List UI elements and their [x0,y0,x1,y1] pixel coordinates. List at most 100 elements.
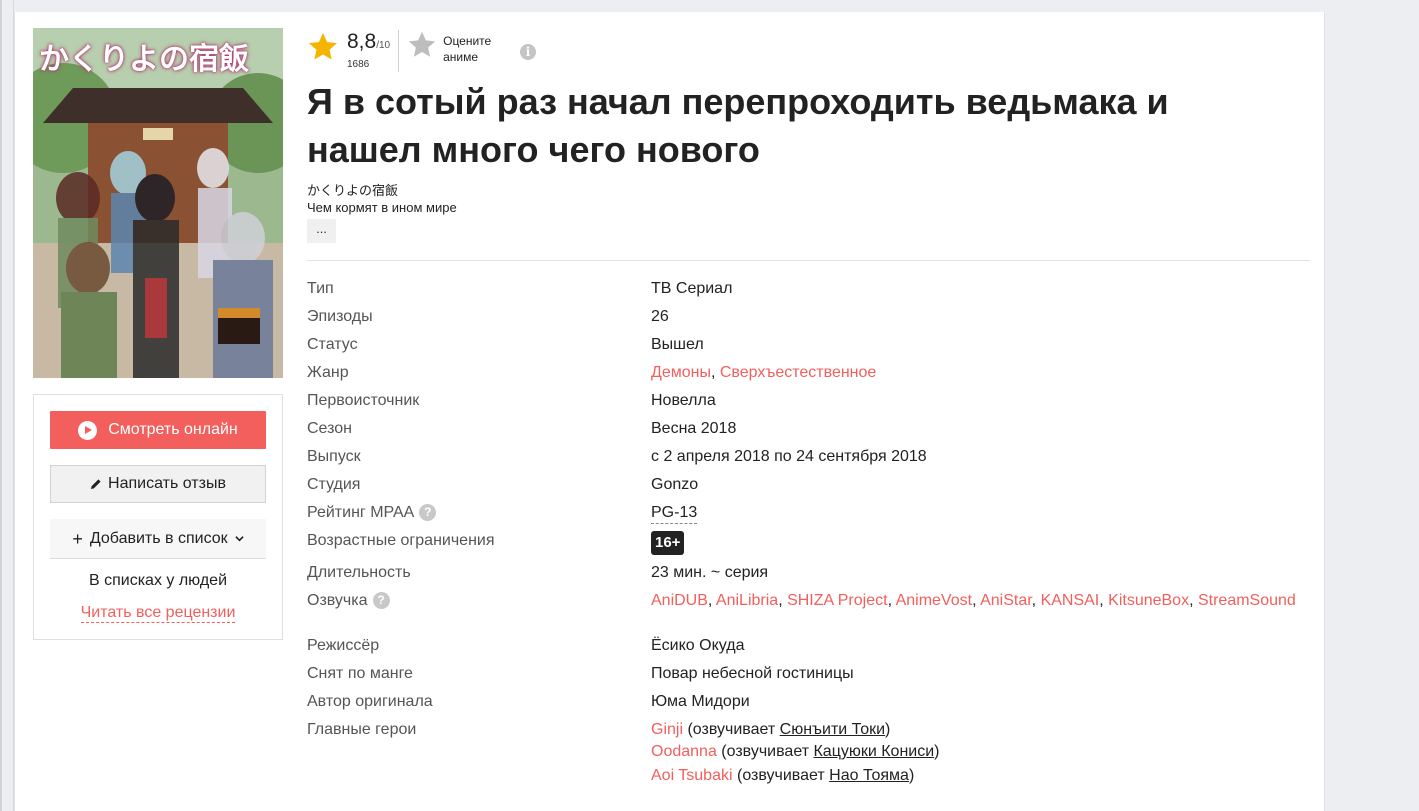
info-row-mpaa: Рейтинг MPAA? PG-13 [307,500,1310,528]
character-row: Oodanna (озвучивает Кацуюки Кониси) [307,741,1310,765]
info-value: 16+ [651,531,685,555]
season-link[interactable]: Весна 2018 [651,420,736,438]
genre-link[interactable]: Сверхъестественное [720,364,876,381]
info-row-duration: Длительность 23 мин. ~ серия [307,560,1310,588]
voiceover-list: AniDUB, AniLibria, SHIZA Project, AnimeV… [651,592,1296,609]
age-badge: 16+ [651,531,685,555]
actor-link[interactable]: Сюнъити Токи [780,721,885,738]
rate-anime-button[interactable]: Оцените аниме [443,33,491,65]
info-label: Жанр [307,364,349,381]
play-icon [78,420,98,440]
info-label: Первоисточник [307,392,420,409]
add-to-list-label: Добавить в список [89,529,228,547]
info-row-manga: Снят по манге Повар небесной гостиницы [307,661,1310,689]
character-link[interactable]: Aoi Tsubaki [651,767,733,784]
voiceover-label: Озвучка [307,592,368,609]
info-value: 23 мин. ~ серия [651,564,769,581]
voiceover-link[interactable]: AniDUB [651,592,708,609]
voiceover-link[interactable]: AniStar [980,592,1032,609]
paren-close: ) [934,743,940,760]
watch-online-button[interactable]: Смотреть онлайн [50,411,266,449]
info-row-episodes: Эпизоды 26 [307,304,1310,332]
info-row-genre: Жанр Демоны, Сверхъестественное [307,360,1310,388]
divider [307,260,1310,261]
character-line: Oodanna (озвучивает Кацуюки Кониси) [651,743,940,761]
star-icon [309,33,337,60]
manga-link[interactable]: Повар небесной гостиницы [651,665,854,683]
info-row-author: Автор оригинала Юма Мидори [307,689,1310,717]
genre-link[interactable]: Демоны [651,364,711,381]
window-left-edge [0,0,14,811]
voiced-by-text: (озвучивает [721,743,814,760]
info-label: Главные герои [307,721,417,738]
info-row-voiceover: Озвучка? AniDUB, AniLibria, SHIZA Projec… [307,588,1310,616]
votes-count: 1686 [347,59,370,70]
info-table: Тип ТВ Сериал Эпизоды 26 Статус Вышел Жа… [307,276,1310,789]
mpaa-label: Рейтинг MPAA [307,504,415,521]
voiced-by-text: (озвучивает [736,767,830,784]
genre-list: Демоны, Сверхъестественное [651,364,877,381]
info-label: Эпизоды [307,308,373,325]
info-label: Режиссёр [307,637,380,654]
voiceover-link[interactable]: StreamSound [1198,592,1296,609]
character-link[interactable]: Ginji [651,721,683,738]
voiceover-link[interactable]: AnimeVost [896,592,972,609]
info-label: Длительность [307,564,411,581]
mpaa-value[interactable]: PG-13 [651,504,698,524]
add-to-list-button[interactable]: + Добавить в список [50,519,266,559]
voiceover-link[interactable]: AniLibria [716,592,778,609]
watch-online-label: Смотреть онлайн [108,421,238,438]
more-titles-button[interactable]: ... [307,219,336,243]
info-label: Выпуск [307,448,361,465]
info-row-studio: Студия Gonzo [307,472,1310,500]
help-icon[interactable]: ? [372,592,390,609]
score-scale: /10 [376,40,391,51]
write-review-button[interactable]: Написать отзыв [50,465,266,503]
info-label: Снят по манге [307,665,413,682]
info-label: Возрастные ограничения [307,532,495,549]
info-icon[interactable]: i [520,44,536,60]
info-row-characters: Главные герои Ginji (озвучивает Сюнъити … [307,717,1310,741]
character-row: Aoi Tsubaki (озвучивает Нао Тояма) [307,765,1310,789]
info-row-release: Выпуск с 2 апреля 2018 по 24 сентября 20… [307,444,1310,472]
voiceover-link[interactable]: SHIZA Project [787,592,887,609]
actor-link[interactable]: Кацуюки Кониси [813,743,934,760]
character-link[interactable]: Oodanna [651,743,717,760]
director-link[interactable]: Ёсико Окуда [651,637,744,655]
score: 8,8/10 [347,30,390,58]
voiced-by-text: (озвучивает [687,721,780,738]
info-value: PG-13 [651,504,698,524]
voiceover-link[interactable]: KANSAI [1041,592,1100,609]
info-row-age: Возрастные ограничения 16+ [307,528,1310,560]
rate-star-icon[interactable] [407,30,437,60]
studio-link[interactable]: Gonzo [651,476,698,494]
paren-close: ) [885,721,891,738]
status-link[interactable]: Вышел [651,336,704,354]
character-line: Aoi Tsubaki (озвучивает Нао Тояма) [651,767,914,785]
info-label: Сезон [307,420,352,437]
rate-label-line2: аниме [443,50,479,64]
anime-poster [33,28,283,378]
read-all-reviews-label: Читать все рецензии [80,604,236,623]
in-lists-link[interactable]: В списках у людей [34,572,282,590]
anime-card: かくりよの宿飯 Смотреть онлайн Написать отзыв +… [14,12,1325,811]
info-label: Статус [307,336,358,353]
alternative-title: Чем кормят в ином мире [307,200,457,215]
chevron-down-icon [234,536,244,542]
help-icon[interactable]: ? [419,504,437,521]
info-value: 26 [651,308,669,325]
info-value: с 2 апреля 2018 по 24 сентября 2018 [651,448,927,465]
voiceover-link[interactable]: KitsuneBox [1108,592,1189,609]
info-label: Рейтинг MPAA? [307,504,437,522]
write-review-label: Написать отзыв [108,475,226,492]
author-link[interactable]: Юма Мидори [651,693,750,711]
info-row-season: Сезон Весна 2018 [307,416,1310,444]
read-all-reviews-link[interactable]: Читать все рецензии [34,604,282,623]
info-value: Новелла [651,392,716,409]
info-row-director: Режиссёр Ёсико Окуда [307,633,1310,661]
info-label: Автор оригинала [307,693,433,710]
score-value: 8,8 [347,30,377,53]
info-row-type: Тип ТВ Сериал [307,276,1310,304]
actor-link[interactable]: Нао Тояма [829,767,909,784]
